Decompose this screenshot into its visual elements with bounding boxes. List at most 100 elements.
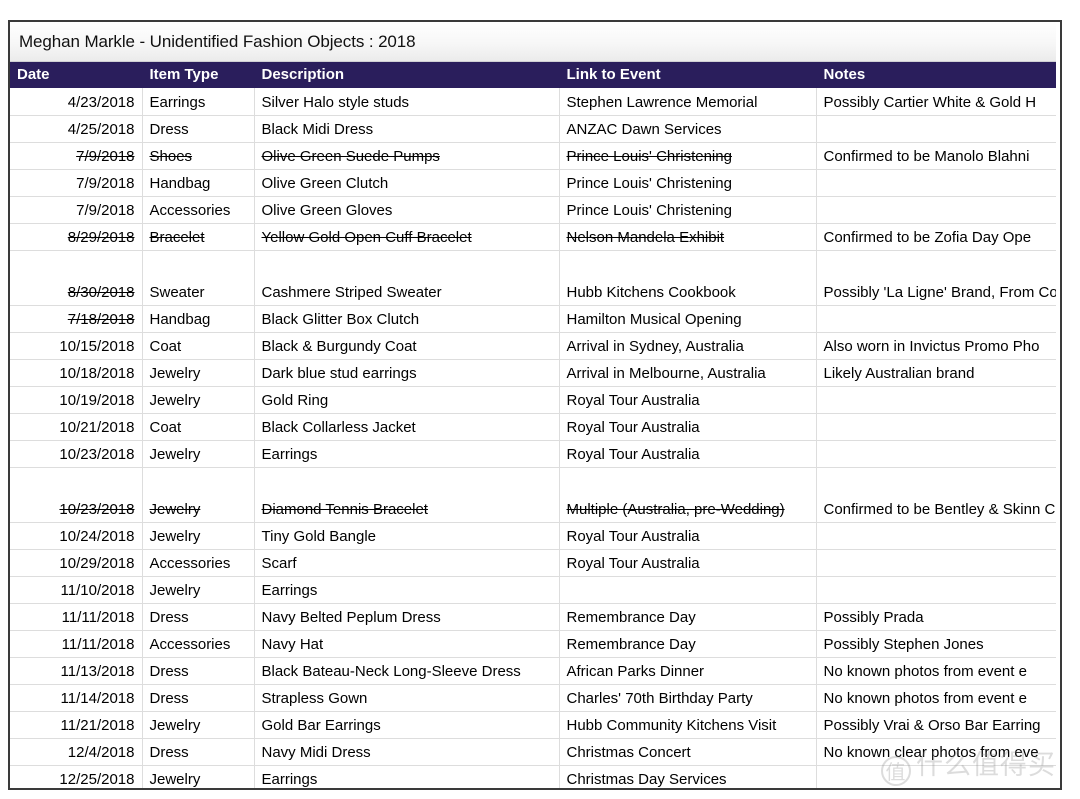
cell-date[interactable]: 4/25/2018	[10, 115, 143, 143]
event-link[interactable]: Multiple (Australia, pre-Wedding)	[567, 501, 785, 518]
cell-date[interactable]: 11/13/2018	[10, 657, 143, 685]
cell-date[interactable]: 10/23/2018	[10, 467, 143, 523]
event-link[interactable]: Remembrance Day	[567, 609, 696, 626]
cell-description[interactable]: Dark blue stud earrings	[254, 359, 560, 387]
table-row[interactable]: 10/19/2018 Jewelry Gold Ring Royal Tour Aus…	[10, 386, 1056, 414]
cell-link-to-event[interactable]: Prince Louis' Christening	[559, 142, 817, 170]
cell-description[interactable]: Diamond Tennis Bracelet	[254, 467, 560, 523]
cell-description[interactable]: Olive Green Clutch	[254, 169, 560, 197]
cell-date[interactable]: 8/30/2018	[10, 250, 143, 306]
table-row[interactable]: 11/14/2018 Dress Strapless Gown Charles' 70…	[10, 684, 1056, 712]
cell-item-type[interactable]: Dress	[142, 603, 255, 631]
cell-item-type[interactable]: Accessories	[142, 630, 255, 658]
table-row[interactable]: 12/4/2018 Dress Navy Midi Dress Christmas C…	[10, 738, 1056, 766]
cell-notes[interactable]	[816, 549, 1056, 577]
cell-description[interactable]: Black Bateau-Neck Long-Sleeve Dress	[254, 657, 560, 685]
cell-description[interactable]: Black Midi Dress	[254, 115, 560, 143]
cell-date[interactable]: 10/24/2018	[10, 522, 143, 550]
cell-date[interactable]: 11/11/2018	[10, 630, 143, 658]
cell-date[interactable]: 8/29/2018	[10, 223, 143, 251]
cell-item-type[interactable]: Accessories	[142, 196, 255, 224]
cell-link-to-event[interactable]: Hubb Community Kitchens Visit	[559, 711, 817, 739]
table-row[interactable]: 11/11/2018 Dress Navy Belted Peplum Dress R…	[10, 603, 1056, 631]
cell-notes[interactable]: Confirmed to be Zofia Day Ope	[816, 223, 1056, 251]
cell-link-to-event[interactable]: Royal Tour Australia	[559, 549, 817, 577]
cell-notes[interactable]	[816, 305, 1056, 333]
event-link[interactable]: Prince Louis' Christening	[567, 148, 732, 165]
table-row[interactable]: 11/13/2018 Dress Black Bateau-Neck Long-Sl…	[10, 657, 1056, 685]
cell-item-type[interactable]: Jewelry	[142, 576, 255, 604]
event-link[interactable]: Christmas Concert	[567, 744, 691, 761]
event-link[interactable]: Prince Louis' Christening	[567, 175, 732, 192]
cell-description[interactable]: Black Glitter Box Clutch	[254, 305, 560, 333]
table-row[interactable]: 10/21/2018 Coat Black Collarless Jacket Roy…	[10, 413, 1056, 441]
table-row[interactable]: 11/11/2018 Accessories Navy Hat Remembrance…	[10, 630, 1056, 658]
cell-item-type[interactable]: Handbag	[142, 305, 255, 333]
cell-item-type[interactable]: Dress	[142, 738, 255, 766]
table-row[interactable]: 10/15/2018 Coat Black & Burgundy Coat Arriv…	[10, 332, 1056, 360]
event-link[interactable]: Arrival in Sydney, Australia	[567, 338, 744, 355]
cell-date[interactable]: 10/21/2018	[10, 413, 143, 441]
cell-notes[interactable]: Possibly 'La Ligne' Brand, From Cookbook	[816, 250, 1056, 306]
column-header-date[interactable]: Date	[10, 62, 143, 88]
cell-link-to-event[interactable]: Multiple (Australia, pre-Wedding)	[559, 467, 817, 523]
event-link[interactable]: Nelson Mandela Exhibit	[567, 229, 725, 246]
cell-notes[interactable]: Possibly Vrai & Orso Bar Earring	[816, 711, 1056, 739]
cell-item-type[interactable]: Jewelry	[142, 522, 255, 550]
cell-link-to-event[interactable]: Remembrance Day	[559, 630, 817, 658]
cell-description[interactable]: Black Collarless Jacket	[254, 413, 560, 441]
cell-item-type[interactable]: Sweater	[142, 250, 255, 306]
cell-link-to-event[interactable]: ANZAC Dawn Services	[559, 115, 817, 143]
cell-notes[interactable]	[816, 440, 1056, 468]
cell-date[interactable]: 10/18/2018	[10, 359, 143, 387]
cell-notes[interactable]: Confirmed to be Manolo Blahni	[816, 142, 1056, 170]
cell-date[interactable]: 10/23/2018	[10, 440, 143, 468]
cell-notes[interactable]: No known photos from event e	[816, 657, 1056, 685]
cell-notes[interactable]: Possibly Prada	[816, 603, 1056, 631]
cell-date[interactable]: 11/11/2018	[10, 603, 143, 631]
cell-date[interactable]: 7/9/2018	[10, 196, 143, 224]
cell-notes[interactable]	[816, 765, 1056, 788]
cell-item-type[interactable]: Earrings	[142, 88, 255, 116]
cell-date[interactable]: 12/25/2018	[10, 765, 143, 788]
table-row[interactable]: 7/18/2018 Handbag Black Glitter Box Clutch…	[10, 305, 1056, 333]
cell-date[interactable]: 11/21/2018	[10, 711, 143, 739]
table-row[interactable]: 7/9/2018 Shoes Olive Green Suede Pumps Prin…	[10, 142, 1056, 170]
event-link[interactable]: Hubb Community Kitchens Visit	[567, 717, 777, 734]
cell-item-type[interactable]: Dress	[142, 684, 255, 712]
cell-description[interactable]: Gold Bar Earrings	[254, 711, 560, 739]
cell-item-type[interactable]: Jewelry	[142, 440, 255, 468]
column-header-notes[interactable]: Notes	[816, 62, 1056, 88]
cell-link-to-event[interactable]: Royal Tour Australia	[559, 386, 817, 414]
cell-notes[interactable]	[816, 169, 1056, 197]
cell-link-to-event[interactable]: Prince Louis' Christening	[559, 196, 817, 224]
table-row[interactable]: 8/29/2018 Bracelet Yellow Gold Open Cuff B…	[10, 223, 1056, 251]
cell-date[interactable]: 10/19/2018	[10, 386, 143, 414]
cell-notes[interactable]: No known clear photos from eve	[816, 738, 1056, 766]
cell-notes[interactable]: Possibly Stephen Jones	[816, 630, 1056, 658]
cell-description[interactable]: Earrings	[254, 576, 560, 604]
cell-date[interactable]: 7/9/2018	[10, 142, 143, 170]
cell-link-to-event[interactable]: Stephen Lawrence Memorial	[559, 88, 817, 116]
cell-date[interactable]: 7/9/2018	[10, 169, 143, 197]
column-header-link-to-event[interactable]: Link to Event	[559, 62, 817, 88]
cell-notes[interactable]: Also worn in Invictus Promo Pho	[816, 332, 1056, 360]
cell-notes[interactable]	[816, 386, 1056, 414]
table-row[interactable]: 4/25/2018 Dress Black Midi Dress ANZAC Dawn…	[10, 115, 1056, 143]
column-header-item-type[interactable]: Item Type	[142, 62, 255, 88]
cell-description[interactable]: Navy Midi Dress	[254, 738, 560, 766]
cell-item-type[interactable]: Shoes	[142, 142, 255, 170]
cell-notes[interactable]: Possibly Cartier White & Gold H	[816, 88, 1056, 116]
cell-link-to-event[interactable]: Nelson Mandela Exhibit	[559, 223, 817, 251]
cell-item-type[interactable]: Dress	[142, 115, 255, 143]
cell-item-type[interactable]: Coat	[142, 413, 255, 441]
table-row[interactable]: 8/30/2018 Sweater Cashmere Striped Sweater…	[10, 250, 1056, 306]
table-row[interactable]: 12/25/2018 Jewelry Earrings Christmas Day S…	[10, 765, 1056, 788]
table-row[interactable]: 10/23/2018 Jewelry Earrings Royal Tour Aust…	[10, 440, 1056, 468]
cell-notes[interactable]: Likely Australian brand	[816, 359, 1056, 387]
cell-notes[interactable]	[816, 522, 1056, 550]
cell-link-to-event[interactable]: Arrival in Melbourne, Australia	[559, 359, 817, 387]
cell-notes[interactable]	[816, 115, 1056, 143]
cell-description[interactable]: Navy Belted Peplum Dress	[254, 603, 560, 631]
cell-link-to-event[interactable]: Charles' 70th Birthday Party	[559, 684, 817, 712]
